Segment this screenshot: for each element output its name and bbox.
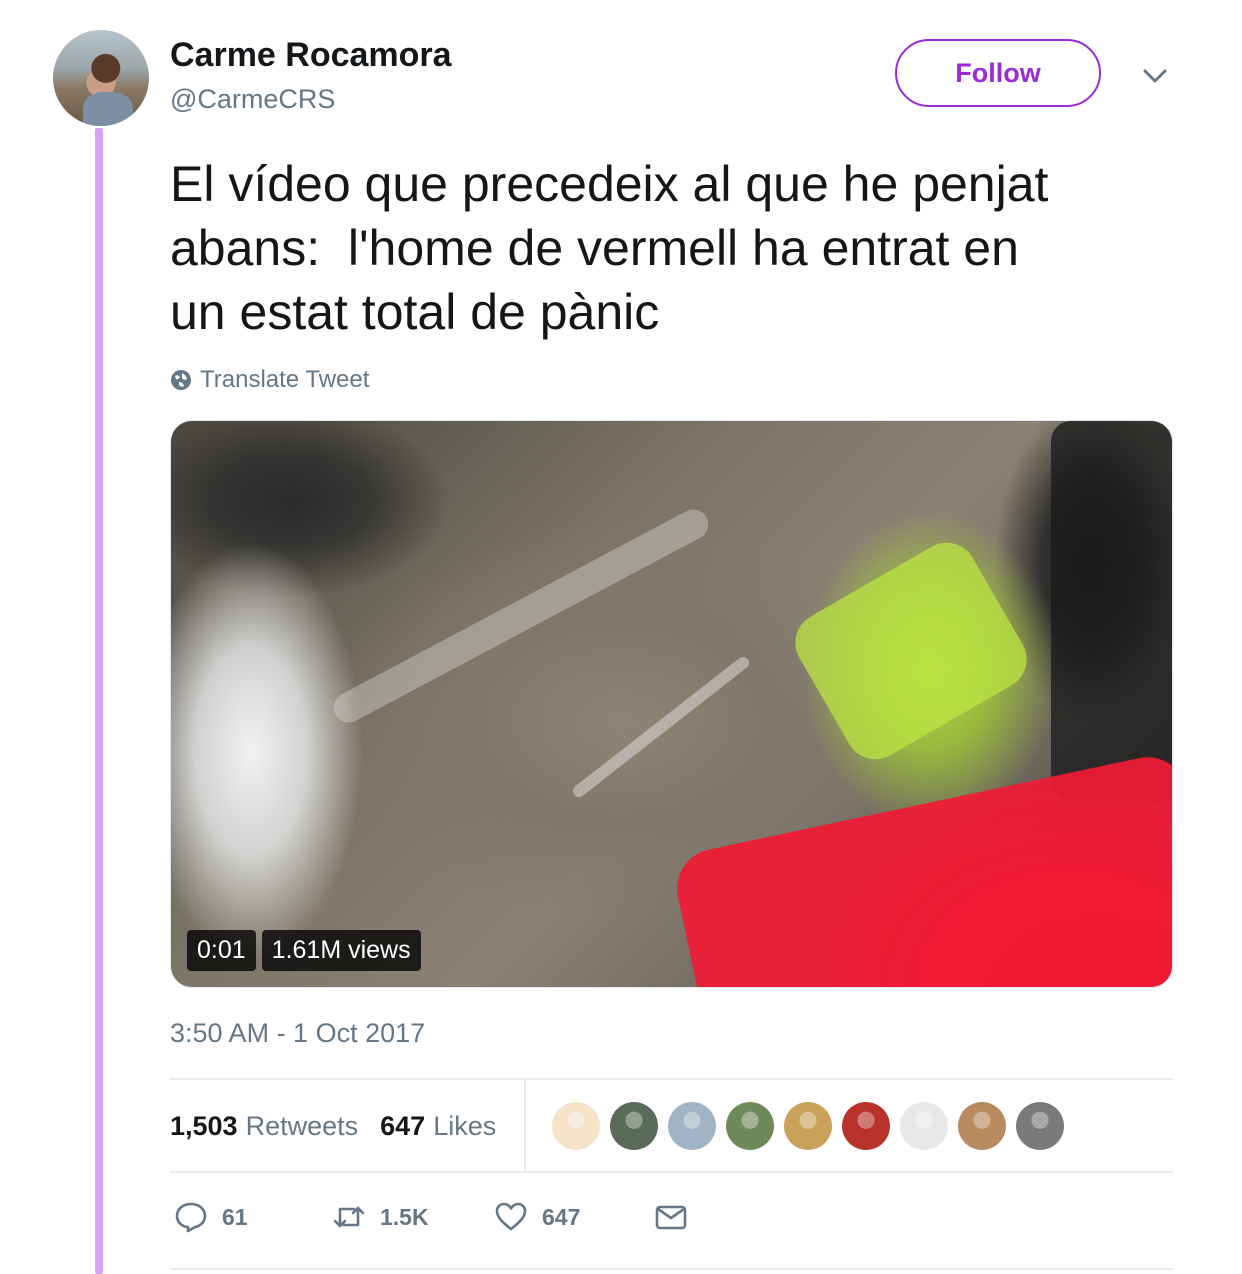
liker-avatar-4[interactable] [726,1102,774,1150]
retweets-label: Retweets [245,1110,359,1141]
direct-message-button[interactable] [654,1200,688,1234]
stats-separator [524,1080,526,1172]
liker-avatar-2[interactable] [610,1102,658,1150]
retweet-button[interactable]: 1.5K [332,1200,494,1234]
likes-label: Likes [433,1110,497,1141]
retweets-count: 1,503 [170,1110,238,1141]
video-duration-badge: 0:01 [187,930,256,971]
likes-count: 647 [380,1110,426,1141]
translate-label: Translate Tweet [200,366,370,393]
like-count: 647 [542,1203,581,1230]
thread-line [95,128,103,1274]
liker-avatars [552,1102,1064,1150]
liker-avatar-5[interactable] [784,1102,832,1150]
envelope-icon [655,1205,687,1230]
like-button[interactable]: 647 [494,1200,654,1234]
divider [170,1171,1173,1173]
reply-icon [175,1202,207,1233]
tweet-text: El vídeo que precedeix al que he penjat … [170,156,1049,340]
retweet-icon [333,1206,365,1228]
liker-avatar-1[interactable] [552,1102,600,1150]
retweet-count: 1.5K [380,1203,429,1230]
divider [170,1268,1173,1270]
liker-avatar-7[interactable] [900,1102,948,1150]
tweet-actions: 61 1.5K 647 [174,1200,688,1234]
heart-icon [495,1202,527,1231]
video-views-badge: 1.61M views [261,930,421,971]
tweet-stats: 1,503 Retweets 647 Likes [170,1080,518,1172]
chevron-down-icon[interactable] [1140,64,1170,88]
likes-stat[interactable]: 647 Likes [380,1111,496,1142]
tweet-timestamp[interactable]: 3:50 AM - 1 Oct 2017 [170,1018,425,1049]
liker-avatar-8[interactable] [958,1102,1006,1150]
liker-avatar-3[interactable] [668,1102,716,1150]
author-name[interactable]: Carme Rocamora [170,36,452,75]
author-avatar[interactable] [53,30,149,126]
retweets-stat[interactable]: 1,503 Retweets [170,1111,358,1142]
liker-avatar-9[interactable] [1016,1102,1064,1150]
liker-avatar-6[interactable] [842,1102,890,1150]
globe-icon [171,370,191,390]
reply-count: 61 [222,1203,248,1230]
reply-button[interactable]: 61 [174,1200,332,1234]
follow-button[interactable]: Follow [895,39,1101,107]
author-handle[interactable]: @CarmeCRS [170,84,335,115]
video-player[interactable]: 0:01 1.61M views [170,420,1173,988]
translate-tweet-link[interactable]: Translate Tweet [170,366,369,394]
